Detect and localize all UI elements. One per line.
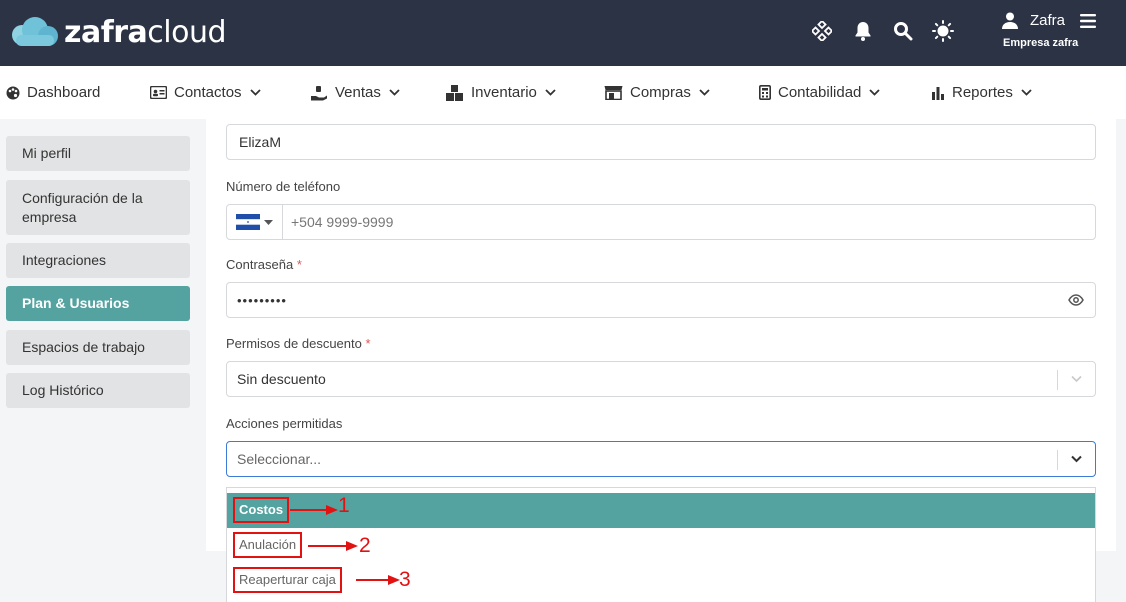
sidebar-item-label: Configuración de la empresa: [22, 189, 143, 225]
country-selector[interactable]: [227, 205, 283, 239]
boxes-icon: [446, 84, 463, 101]
annotation-arrow-3: [356, 575, 400, 585]
sidebar-item-configuracion[interactable]: Configuración de la empresa: [6, 180, 190, 235]
chevron-down-icon: [699, 89, 710, 96]
nav-contabilidad[interactable]: Contabilidad: [759, 66, 881, 119]
sidebar-item-espacios[interactable]: Espacios de trabajo: [6, 330, 190, 365]
company-name: Empresa zafra: [1003, 37, 1079, 49]
hand-holding-icon: [311, 85, 327, 100]
palette-icon: [6, 86, 20, 99]
search-icon[interactable]: [892, 20, 914, 42]
nav-label: Contactos: [174, 84, 242, 101]
username-value: ElizaM: [239, 134, 282, 150]
nav-label: Contabilidad: [778, 84, 862, 101]
nav-reportes[interactable]: Reportes: [931, 66, 1032, 119]
cloud-logo-icon: [12, 17, 58, 46]
sidebar-item-plan-usuarios[interactable]: Plan & Usuarios: [6, 286, 190, 321]
grid-diamond-icon[interactable]: [811, 20, 833, 42]
sidebar-item-log-historico[interactable]: Log Histórico: [6, 373, 190, 408]
discount-value: Sin descuento: [237, 371, 326, 387]
user-icon: [1002, 12, 1018, 29]
contact-card-icon: [150, 86, 167, 99]
actions-placeholder: Seleccionar...: [237, 451, 322, 467]
chevron-down-icon: [545, 89, 556, 96]
nav-ventas[interactable]: Ventas: [310, 66, 400, 119]
annotation-number-2: 2: [359, 534, 371, 557]
phone-label: Número de teléfono: [226, 179, 341, 194]
nav-inventario[interactable]: Inventario: [446, 66, 556, 119]
nav-label: Compras: [630, 84, 691, 101]
bell-icon[interactable]: [852, 20, 874, 42]
nav-label: Inventario: [471, 84, 537, 101]
calculator-icon: [759, 85, 771, 100]
brand-name: zafracloud: [64, 14, 227, 50]
discount-select[interactable]: Sin descuento: [226, 361, 1096, 397]
chevron-down-icon: [249, 89, 261, 96]
sidebar-item-integraciones[interactable]: Integraciones: [6, 243, 190, 278]
user-menu[interactable]: Zafra Empresa zafra: [1002, 10, 1112, 56]
chevron-down-icon: [1021, 89, 1032, 96]
password-value: •••••••••: [237, 292, 287, 308]
phone-input[interactable]: +504 9999-9999: [283, 214, 393, 230]
sidebar-item-label: Integraciones: [22, 252, 107, 268]
sidebar-item-label: Log Histórico: [22, 382, 104, 398]
password-label: Contraseña *: [226, 257, 302, 272]
chevron-down-icon: [869, 89, 881, 96]
top-header: zafracloud Zafra Empresa zafra: [0, 0, 1126, 66]
actions-select[interactable]: Seleccionar...: [226, 441, 1096, 477]
phone-field: +504 9999-9999: [226, 204, 1096, 240]
main-nav: Dashboard Contactos Ventas Inventario Co…: [0, 66, 1126, 119]
username-field[interactable]: ElizaM: [226, 124, 1096, 160]
nav-label: Ventas: [335, 84, 381, 101]
sidebar-item-label: Mi perfil: [22, 145, 72, 161]
nav-contactos[interactable]: Contactos: [150, 66, 261, 119]
select-separator: [1057, 450, 1058, 470]
caret-down-icon: [264, 219, 273, 225]
annotation-number-1: 1: [338, 494, 350, 517]
chevron-down-icon: [1071, 375, 1082, 383]
honduras-flag-icon: [236, 214, 260, 230]
sidebar-item-label: Espacios de trabajo: [22, 339, 145, 355]
chevron-down-icon: [389, 89, 400, 96]
discount-label: Permisos de descuento *: [226, 336, 371, 351]
select-separator: [1057, 370, 1058, 390]
annotation-number-3: 3: [399, 568, 411, 591]
bar-chart-icon: [932, 86, 944, 100]
nav-dashboard[interactable]: Dashboard: [6, 66, 100, 119]
nav-compras[interactable]: Compras: [604, 66, 710, 119]
annotation-arrow-2: [308, 541, 358, 551]
store-icon: [604, 86, 623, 100]
eye-icon[interactable]: [1068, 294, 1084, 306]
password-field[interactable]: •••••••••: [226, 282, 1096, 318]
sidebar-item-label: Plan & Usuarios: [22, 295, 130, 311]
sun-icon[interactable]: [932, 20, 954, 42]
actions-label: Acciones permitidas: [226, 416, 343, 431]
annotation-arrow-1: [290, 505, 338, 515]
nav-label: Dashboard: [27, 84, 101, 101]
chevron-down-icon[interactable]: [1070, 452, 1083, 465]
user-name: Zafra: [1030, 12, 1066, 29]
brand-logo[interactable]: zafracloud: [8, 12, 227, 52]
nav-label: Reportes: [952, 84, 1013, 101]
sidebar-item-mi-perfil[interactable]: Mi perfil: [6, 136, 190, 171]
hamburger-menu-icon[interactable]: [1080, 14, 1096, 28]
